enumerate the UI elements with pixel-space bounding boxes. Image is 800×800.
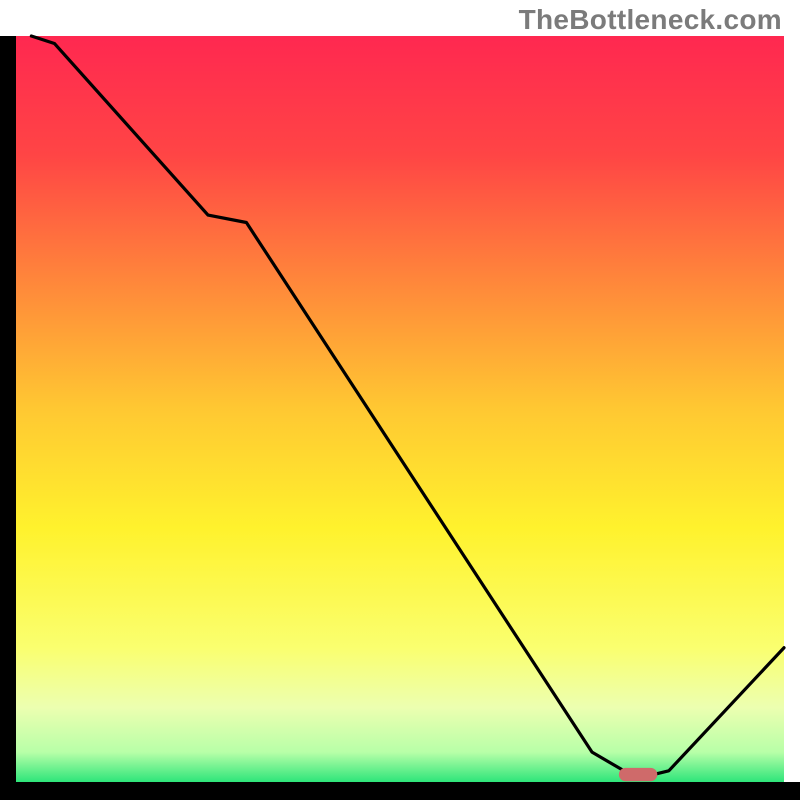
bottleneck-chart: TheBottleneck.com — [0, 0, 800, 800]
optimal-marker — [619, 768, 657, 781]
chart-canvas — [0, 0, 800, 800]
watermark-text: TheBottleneck.com — [519, 4, 782, 36]
y-axis — [0, 36, 16, 800]
plot-background — [16, 36, 784, 782]
x-axis — [0, 782, 800, 800]
